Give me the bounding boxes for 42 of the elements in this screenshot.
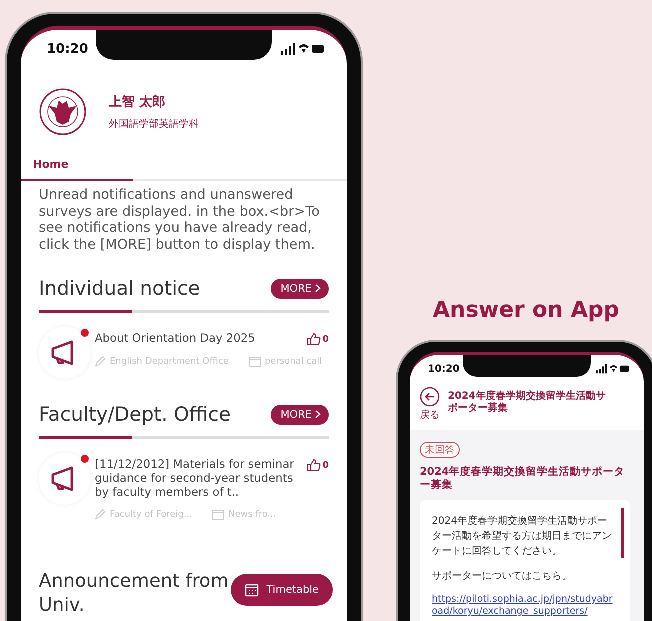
sender-text: English Department Office <box>110 356 229 366</box>
like-count: 0 <box>322 334 329 344</box>
thumbs-up-icon <box>306 333 321 346</box>
department-name: 外国語学部英語学科 <box>109 118 199 131</box>
back-button[interactable]: 戻る <box>420 387 440 422</box>
tab[interactable]: Home <box>21 152 133 181</box>
timetable-button[interactable]: Timetable <box>230 574 333 606</box>
pencil-icon <box>95 356 106 367</box>
survey-heading: 2024年度春学期交換留学生活動サポーター募集 <box>420 466 626 492</box>
section-title: Announcement from Univ. <box>39 570 230 618</box>
notice-item[interactable]: About Orientation Day 2025 0 English Department Office personal call <box>39 327 329 379</box>
intro-text: Unread notifications and unanswered surveys are displayed. in the box.<br>To see notifications you have already read, click the [MORE] button to display them. <box>39 187 321 253</box>
headline: Answer on App <box>433 298 620 323</box>
section-title: Faculty/Dept. Office <box>39 403 231 426</box>
notice-item[interactable]: [11/12/2012] Materials for seminar guidance for second-year students by faculty members of t.. 0 Faculty of Foreig... News fro... <box>39 453 329 520</box>
sender-text: Faculty of Foreig... <box>110 510 192 520</box>
like-count: 0 <box>322 460 329 470</box>
status-badge: 未回答 <box>420 442 460 458</box>
chevron-right-icon <box>315 284 321 293</box>
notice-title: About Orientation Day 2025 <box>95 330 256 345</box>
supporters-link[interactable]: https://piloti.sophia.ac.jp/jpn/studyabroad/koryu/exchange_supporters/ <box>432 594 614 618</box>
pencil-icon <box>95 509 106 520</box>
status-icons <box>281 43 325 55</box>
category-text: personal call <box>264 356 322 366</box>
more-button[interactable]: MORE <box>270 278 329 298</box>
category-text: News fro... <box>228 510 276 520</box>
chevron-right-icon <box>315 410 321 419</box>
user-name: 上智 太郎 <box>109 94 167 111</box>
notice-title: [11/12/2012] Materials for seminar guidance for second-year students by faculty members of t.. <box>95 456 296 499</box>
message-text: 2024年度春学期交換留学生活動サポーター活動を希望する方は期日までにアンケートに回答してください。 <box>432 514 613 559</box>
folder-icon <box>212 510 224 520</box>
status-time: 10:20 <box>47 42 88 56</box>
folder-icon <box>248 356 261 366</box>
calendar-icon <box>244 583 259 597</box>
status-icons <box>596 363 630 375</box>
status-time: 10:20 <box>428 364 460 374</box>
page-title: 2024年度春学期交換留学生活動サポーター募集 <box>448 389 607 416</box>
message-text: サポーターについてはこちら。 <box>432 570 573 584</box>
more-button[interactable]: MORE <box>270 404 329 424</box>
thumbs-up-icon <box>306 459 321 472</box>
section-title: Individual notice <box>39 277 200 300</box>
emblem-logo <box>39 88 87 136</box>
